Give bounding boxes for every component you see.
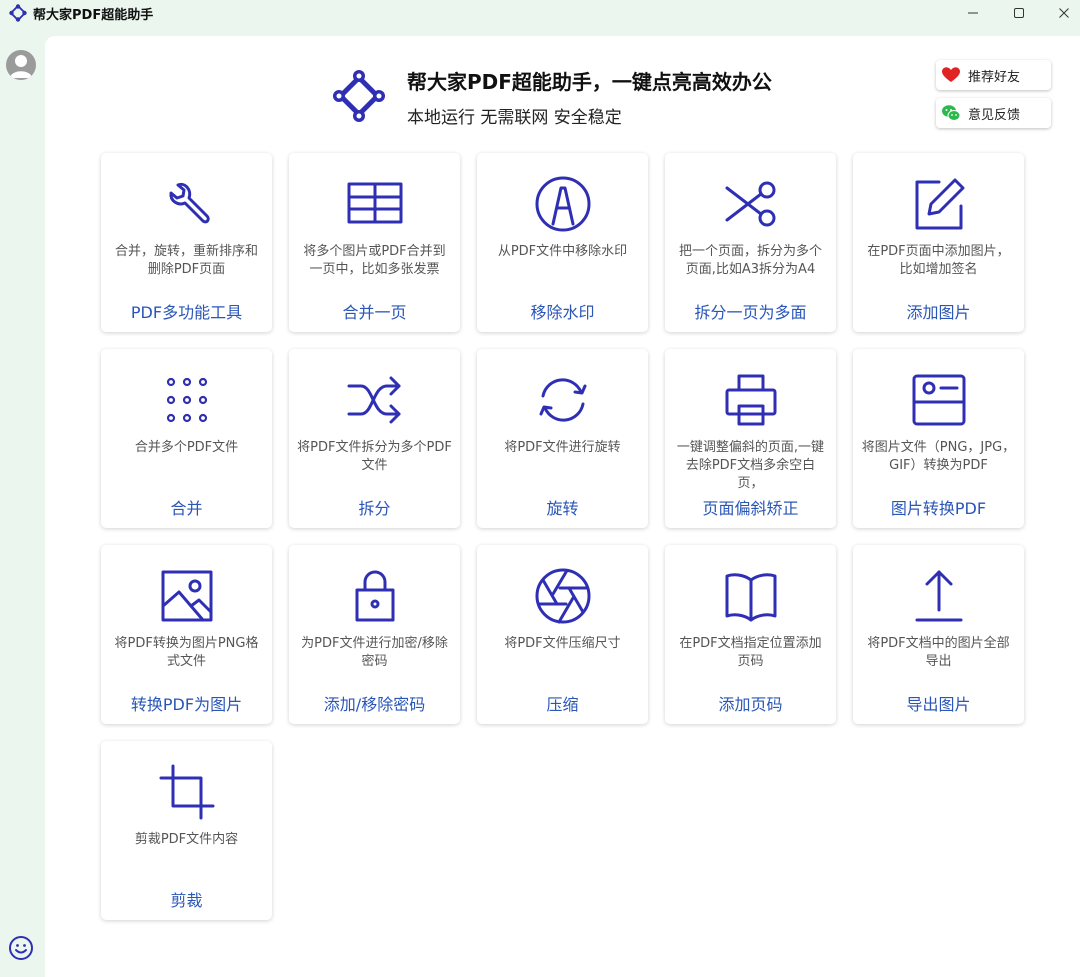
tool-card-split[interactable]: 将PDF文件拆分为多个PDF文件 拆分 [289,349,460,528]
dots-grid-icon [166,377,208,423]
edit-icon [915,178,965,230]
close-button[interactable] [1041,0,1080,26]
app-logo-icon [9,4,27,22]
tool-desc: 将图片文件（PNG，JPG，GIF）转换为PDF [861,440,1016,473]
tool-label: 页面偏斜矫正 [702,499,799,518]
feedback-label: 意见反馈 [968,107,1021,123]
tool-label: 添加图片 [906,303,971,322]
tool-card-pdf-tools[interactable]: 合并，旋转，重新排序和删除PDF页面 PDF多功能工具 [101,153,272,332]
tool-desc: 将多个图片或PDF合并到一页中，比如多张发票 [303,244,446,277]
tool-card-deskew[interactable]: 一键调整偏斜的页面,一键去除PDF文档多余空白页， 页面偏斜矫正 [665,349,836,528]
feedback-button[interactable]: 意见反馈 [936,98,1051,128]
tool-desc: 剪裁PDF文件内容 [134,832,239,847]
tool-desc: 为PDF文件进行加密/移除密码 [301,636,448,669]
upload-icon [915,570,963,622]
image-icon [161,570,213,622]
main-panel: 帮大家PDF超能助手，一键点亮高效办公 本地运行 无需联网 安全稳定 推荐好友 … [45,36,1080,977]
tool-label: 图片转换PDF [890,499,987,518]
title-bar: 帮大家PDF超能助手 [0,0,1080,26]
tool-desc: 将PDF转换为图片PNG格式文件 [114,636,259,669]
printer-icon [725,374,777,426]
avatar[interactable] [6,50,36,80]
tool-desc: 将PDF文件进行旋转 [504,440,621,455]
tool-desc: 合并，旋转，重新排序和删除PDF页面 [114,244,258,277]
table-grid-icon [347,182,403,224]
tool-card-page-number[interactable]: 在PDF文档指定位置添加页码 添加页码 [665,545,836,724]
book-icon [725,573,777,622]
crop-icon [159,764,215,820]
tool-label: 添加页码 [718,695,783,714]
shuffle-icon [347,376,401,424]
app-logo-icon [333,70,385,122]
aperture-icon [535,568,591,624]
minimize-button[interactable] [950,0,996,26]
tool-desc: 在PDF文档指定位置添加页码 [679,636,822,669]
tool-label: 拆分 [358,499,391,518]
window-title: 帮大家PDF超能助手 [33,8,154,23]
tool-card-crop[interactable]: 剪裁PDF文件内容 剪裁 [101,741,272,920]
tool-label: 拆分一页为多面 [694,303,807,322]
wrench-icon [169,182,210,224]
tool-desc: 从PDF文件中移除水印 [497,244,628,259]
maximize-icon [1014,8,1024,18]
rotate-icon [539,378,587,422]
tool-desc: 将PDF文件压缩尺寸 [504,636,621,651]
tool-label: 压缩 [546,695,579,714]
tool-card-export-images[interactable]: 将PDF文档中的图片全部导出 导出图片 [853,545,1024,724]
tool-label: PDF多功能工具 [130,303,243,322]
tool-card-remove-watermark[interactable]: 从PDF文件中移除水印 移除水印 [477,153,648,332]
watermark-icon [535,176,591,232]
tool-label: 添加/移除密码 [323,695,426,714]
tool-card-compress[interactable]: 将PDF文件压缩尺寸 压缩 [477,545,648,724]
lock-icon [355,570,395,622]
page-title: 帮大家PDF超能助手，一键点亮高效办公 [407,70,772,94]
tool-desc: 将PDF文档中的图片全部导出 [867,636,1010,669]
heart-icon [942,67,960,82]
tool-label: 剪裁 [170,891,203,910]
tool-label: 转换PDF为图片 [130,695,243,714]
tool-label: 合并 [170,499,203,518]
tool-label: 合并一页 [342,303,407,322]
tool-card-split-page[interactable]: 把一个页面，拆分为多个页面,比如A3拆分为A4 拆分一页为多面 [665,153,836,332]
wechat-icon [942,105,961,121]
tool-card-merge[interactable]: 合并多个PDF文件 合并 [101,349,272,528]
tool-label: 旋转 [546,499,579,518]
tool-desc: 将PDF文件拆分为多个PDF文件 [297,440,452,473]
tool-label: 移除水印 [530,303,595,322]
tool-card-image-to-pdf[interactable]: 将图片文件（PNG，JPG，GIF）转换为PDF 图片转换PDF [853,349,1024,528]
scissors-icon [725,181,776,227]
page-subtitle: 本地运行 无需联网 安全稳定 [407,108,622,128]
tool-card-merge-page[interactable]: 将多个图片或PDF合并到一页中，比如多张发票 合并一页 [289,153,460,332]
tool-label: 导出图片 [906,695,971,714]
tool-desc: 在PDF页面中添加图片，比如增加签名 [867,244,1010,277]
id-card-icon [912,374,966,426]
tool-card-password[interactable]: 为PDF文件进行加密/移除密码 添加/移除密码 [289,545,460,724]
close-icon [1059,8,1069,18]
user-icon [10,55,32,78]
tool-card-add-image[interactable]: 在PDF页面中添加图片，比如增加签名 添加图片 [853,153,1024,332]
minimize-icon [968,12,978,14]
tool-desc: 把一个页面，拆分为多个页面,比如A3拆分为A4 [678,244,822,277]
recommend-button[interactable]: 推荐好友 [936,60,1051,90]
tool-card-pdf-to-image[interactable]: 将PDF转换为图片PNG格式文件 转换PDF为图片 [101,545,272,724]
tool-desc: 合并多个PDF文件 [134,440,239,455]
tool-grid: 合并，旋转，重新排序和删除PDF页面 PDF多功能工具 将多个图片或PDF合并到… [101,153,1027,923]
tool-card-rotate[interactable]: 将PDF文件进行旋转 旋转 [477,349,648,528]
smile-icon[interactable] [8,935,34,961]
recommend-label: 推荐好友 [968,69,1021,85]
maximize-button[interactable] [996,0,1042,26]
tool-desc: 一键调整偏斜的页面,一键去除PDF文档多余空白页， [676,440,825,491]
